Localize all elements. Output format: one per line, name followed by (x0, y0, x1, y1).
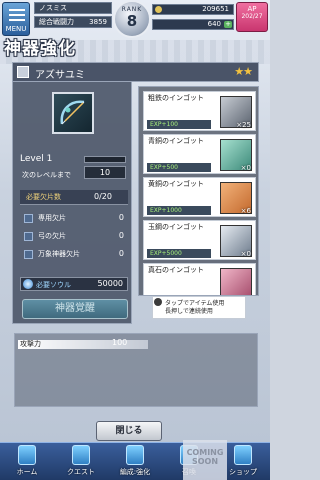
page-title: 神器強化 (4, 39, 76, 59)
required-fragments-value: 0/20 (94, 192, 112, 201)
fragment-label: 弓の欠片 (38, 232, 66, 240)
fragment-icon (24, 232, 33, 241)
rank-value: 8 (126, 12, 138, 30)
total-power: 総合戦闘力 3859 (34, 16, 112, 28)
fragment-row: 専用欠片 0 (24, 211, 128, 225)
fragment-icon (24, 214, 33, 223)
soul-icon (23, 279, 33, 289)
fragment-label: 万象神器欠片 (38, 250, 80, 258)
attack-value: 100 (112, 338, 128, 347)
gem-value: 640 (207, 20, 221, 28)
ap-label: AP (247, 5, 257, 13)
fragment-icon (24, 250, 33, 259)
formation-icon (126, 445, 144, 465)
required-fragments-label: 必要欠片数 (26, 193, 61, 201)
ingot-name: 黄銅のインゴット (148, 180, 204, 188)
ap-counter: AP 202/27 (236, 2, 268, 32)
bow-icon (52, 92, 94, 134)
weapon-type-icon (17, 66, 29, 78)
fragment-value: 0 (118, 213, 124, 222)
player-name: ノスミス (34, 2, 112, 14)
ingot-item[interactable]: 玉鋼のインゴット EXP+5000 ×0 (143, 220, 256, 260)
required-soul: 必要ソウル 50000 (20, 277, 128, 291)
nav-home[interactable]: ホーム (0, 443, 54, 480)
ingot-count: ×6 (240, 207, 251, 215)
rank-badge: RANK 8 (113, 0, 151, 38)
nav-label: ホーム (16, 468, 38, 476)
ap-value: 202/27 (241, 13, 263, 20)
soul-label: 必要ソウル (36, 281, 71, 289)
weapon-header: アズサユミ ★★ (12, 62, 259, 82)
hint-line-2: 長押しで連続使用 (165, 308, 213, 315)
level-progress-bar (84, 156, 126, 163)
next-level-value: 10 (84, 166, 126, 179)
hint-line-1: タップでアイテム使用 (165, 300, 225, 307)
coming-soon-overlay: COMING SOON (183, 440, 227, 480)
coin-counter: 209651 (152, 4, 234, 15)
nav-formation[interactable]: 編成:強化 (108, 443, 162, 480)
add-gems-button[interactable]: + (224, 21, 232, 28)
ingot-exp: EXP+500 (147, 163, 211, 172)
ingot-exp: EXP+5000 (147, 249, 211, 258)
nav-label: クエスト (67, 468, 95, 476)
attack-label: 攻撃力 (20, 340, 41, 348)
nav-label: 編成:強化 (119, 468, 151, 476)
soul-value: 50000 (97, 279, 123, 288)
gem-counter: 640 + (152, 19, 234, 30)
bottom-navigation: ホーム クエスト 編成:強化 召喚 ショップ (0, 442, 270, 480)
rarity-stars: ★★ (234, 65, 253, 78)
next-level-label: 次のレベルまで (22, 171, 71, 179)
weapon-level: Level 1 (20, 154, 53, 164)
close-button[interactable]: 閉じる (96, 421, 162, 441)
fragment-value: 0 (118, 249, 124, 258)
shop-icon (234, 445, 252, 465)
ingot-item[interactable]: 黄銅のインゴット EXP+1000 ×6 (143, 177, 256, 217)
fragment-row: 万象神器欠片 0 (24, 247, 128, 261)
ingot-name: 青銅のインゴット (148, 137, 204, 145)
info-icon (154, 298, 162, 306)
top-status-bar: MENU ノスミス 総合戦闘力 3859 RANK 8 209651 640 +… (0, 0, 270, 38)
ingot-item[interactable]: 青銅のインゴット EXP+500 ×0 (143, 134, 256, 174)
menu-label: MENU (5, 25, 27, 33)
usage-hint: タップでアイテム使用 長押しで連続使用 (152, 296, 246, 319)
ingot-item[interactable]: 粗鉄のインゴット EXP+100 ×25 (143, 91, 256, 131)
awaken-button[interactable]: 神器覚醒 (22, 299, 128, 319)
fragment-value: 0 (118, 231, 124, 240)
ingot-count: ×25 (236, 121, 251, 129)
fragment-label: 専用欠片 (38, 214, 66, 222)
ingot-exp: EXP+1000 (147, 206, 211, 215)
ingot-item[interactable]: 真石のインゴット (143, 263, 256, 295)
power-label: 総合戦闘力 (39, 18, 74, 26)
coin-icon (155, 6, 162, 13)
weapon-name: アズサユミ (35, 70, 85, 81)
ingot-name: 粗鉄のインゴット (148, 94, 204, 102)
ingot-name: 真石のインゴット (148, 266, 204, 274)
menu-button[interactable]: MENU (2, 2, 30, 36)
ingot-icon (220, 268, 252, 295)
quest-icon (72, 445, 90, 465)
ingot-exp: EXP+100 (147, 120, 211, 129)
ingot-list[interactable]: 粗鉄のインゴット EXP+100 ×25 青銅のインゴット EXP+500 ×0… (138, 86, 259, 296)
coin-value: 209651 (202, 5, 229, 13)
home-icon (18, 445, 36, 465)
ingot-name: 玉鋼のインゴット (148, 223, 204, 231)
ingot-count: ×0 (240, 250, 251, 258)
ingot-count: ×0 (240, 164, 251, 172)
nav-quest[interactable]: クエスト (54, 443, 108, 480)
hamburger-icon (9, 9, 25, 21)
fragment-row: 弓の欠片 0 (24, 229, 128, 243)
power-value: 3859 (89, 18, 107, 26)
